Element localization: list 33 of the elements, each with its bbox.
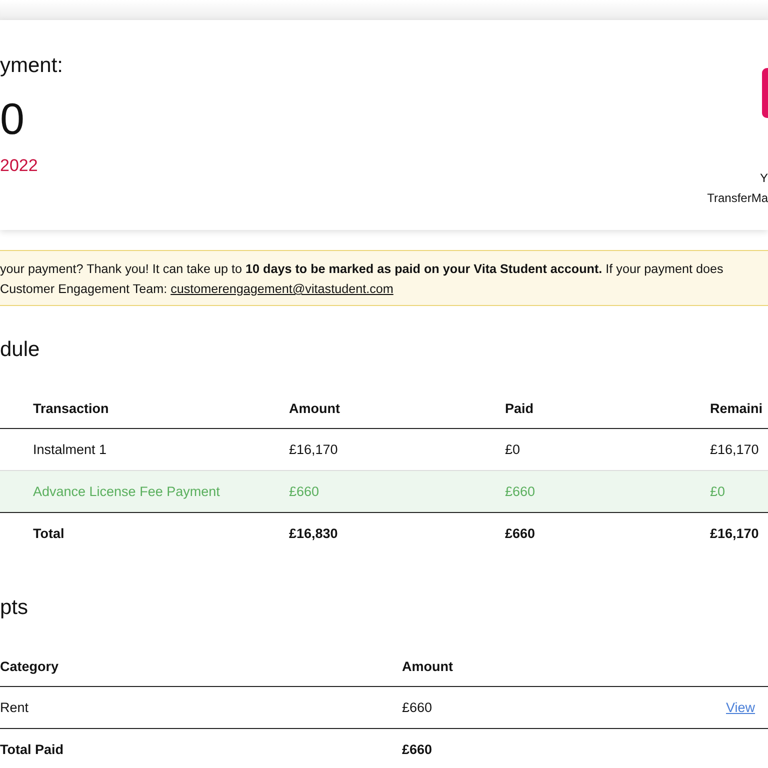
section-heading: pts [0,596,30,620]
due-date: 2022 [0,156,39,176]
table-cell-text: £660 [505,526,536,541]
column-header: Transaction [33,400,110,416]
table-cell-text: £16,830 [289,526,339,541]
table-cell-text: £16,170 [710,442,760,457]
logo-icon [762,68,768,118]
table-cell-text: £660 [289,484,320,499]
view-receipt-link[interactable]: View [726,700,756,715]
notice-text: your payment? Thank you! It can take up to 10 days to be marked as paid on your Vita Student account. If your payment does Customer Engagement Team: customerengagement@vitastudent.com [0,261,724,298]
email-link[interactable]: customerengagement@vitastudent.com [170,282,394,296]
column-header: Paid [505,400,535,416]
table-cell-text: Instalment 1 [33,442,108,457]
table-cell-text: £660 [402,742,434,757]
table-cell-text: £0 [505,442,522,457]
card-title: yment: [0,54,64,78]
table-cell-text: Total [33,526,66,541]
table-cell-text: Advance License Fee Payment [33,484,221,499]
table-cell-text: Rent [0,700,30,715]
payment-info-text: Y [760,171,768,185]
column-header: Category [0,658,60,674]
column-header: Remaini [710,400,764,416]
table-cell-text: £16,170 [710,526,760,541]
table-cell-text: Total Paid [0,742,65,757]
table-cell-text: £16,170 [289,442,339,457]
payment-info-text: TransferMa [707,191,768,205]
table-cell-text: £0 [710,484,726,499]
table-cell-text: £660 [505,484,536,499]
column-header: Amount [289,400,341,416]
column-header: Amount [402,658,454,674]
table-cell-text: £660 [402,700,434,715]
section-heading: dule [0,338,41,362]
amount-due: 0 [0,98,26,142]
